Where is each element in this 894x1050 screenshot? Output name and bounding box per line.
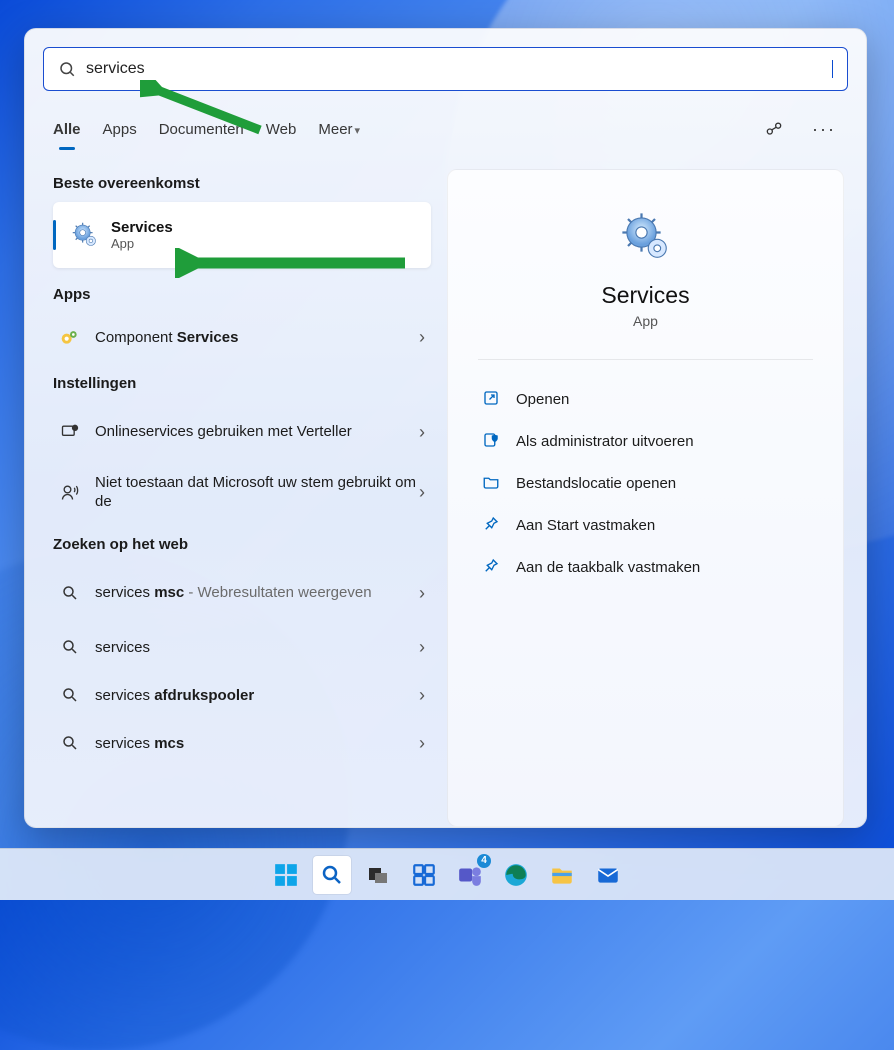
result-web-services[interactable]: services › — [53, 623, 431, 671]
device-icon — [59, 421, 81, 443]
result-label: services afdrukspooler — [95, 687, 419, 704]
best-match-sub: App — [111, 236, 173, 251]
taskbar-taskview[interactable] — [359, 856, 397, 894]
result-web-msc[interactable]: services msc - Webresultaten weergeven › — [53, 563, 431, 623]
tab-meer[interactable]: Meer▾ — [318, 115, 360, 144]
action-location[interactable]: Bestandslocatie openen — [478, 462, 813, 504]
search-input[interactable] — [86, 60, 822, 78]
tab-apps[interactable]: Apps — [103, 115, 137, 144]
result-label: Component Services — [95, 329, 419, 346]
results-column: Beste overeenkomst Services App Apps — [43, 169, 437, 827]
action-admin[interactable]: Als administrator uitvoeren — [478, 420, 813, 462]
taskbar-mail[interactable] — [589, 856, 627, 894]
action-label: Bestandslocatie openen — [516, 475, 676, 492]
chevron-right-icon: › — [419, 327, 425, 348]
teams-badge: 4 — [477, 854, 491, 868]
taskbar-explorer[interactable] — [543, 856, 581, 894]
chevron-right-icon: › — [419, 685, 425, 706]
action-label: Openen — [516, 391, 569, 408]
best-match-item[interactable]: Services App — [53, 202, 431, 268]
chevron-right-icon: › — [419, 422, 425, 443]
search-field[interactable] — [43, 47, 848, 91]
section-web: Zoeken op het web — [53, 536, 431, 553]
detail-title: Services — [478, 282, 813, 309]
search-icon — [58, 60, 76, 78]
tab-meer-label: Meer — [318, 121, 352, 138]
pin-icon — [482, 515, 502, 535]
section-apps: Apps — [53, 286, 431, 303]
result-setting-narrator[interactable]: Onlineservices gebruiken met Verteller › — [53, 402, 431, 462]
search-panel: Alle Apps Documenten Web Meer▾ ··· Beste… — [24, 28, 867, 828]
action-pin-taskbar[interactable]: Aan de taakbalk vastmaken — [478, 546, 813, 588]
taskbar-search[interactable] — [313, 856, 351, 894]
action-label: Aan Start vastmaken — [516, 517, 655, 534]
search-icon — [59, 636, 81, 658]
chevron-down-icon: ▾ — [355, 125, 361, 137]
component-services-icon — [59, 326, 81, 348]
chevron-right-icon: › — [419, 733, 425, 754]
open-icon — [482, 389, 502, 409]
services-app-icon — [619, 210, 673, 264]
result-label: services — [95, 639, 419, 656]
action-pin-start[interactable]: Aan Start vastmaken — [478, 504, 813, 546]
filter-tabs: Alle Apps Documenten Web Meer▾ ··· — [53, 109, 838, 149]
taskbar-start[interactable] — [267, 856, 305, 894]
chevron-right-icon: › — [419, 583, 425, 604]
action-open[interactable]: Openen — [478, 378, 813, 420]
result-web-afdrukspooler[interactable]: services afdrukspooler › — [53, 671, 431, 719]
chevron-right-icon: › — [419, 482, 425, 503]
taskbar-teams[interactable]: 4 — [451, 856, 489, 894]
taskbar-widgets[interactable] — [405, 856, 443, 894]
action-label: Als administrator uitvoeren — [516, 433, 694, 450]
more-icon[interactable]: ··· — [810, 115, 838, 143]
result-label: services mcs — [95, 735, 419, 752]
connect-icon[interactable] — [760, 115, 788, 143]
best-match-title: Services — [111, 219, 173, 236]
result-setting-voice[interactable]: Niet toestaan dat Microsoft uw stem gebr… — [53, 462, 431, 522]
folder-icon — [482, 473, 502, 493]
taskbar-edge[interactable] — [497, 856, 535, 894]
section-settings: Instellingen — [53, 375, 431, 392]
result-label: Onlineservices gebruiken met Verteller — [95, 422, 419, 442]
shield-icon — [482, 431, 502, 451]
voice-icon — [59, 481, 81, 503]
search-icon — [59, 732, 81, 754]
result-label: services msc - Webresultaten weergeven — [95, 583, 419, 603]
taskbar: 4 — [0, 848, 894, 900]
result-component-services[interactable]: Component Services › — [53, 313, 431, 361]
pin-icon — [482, 557, 502, 577]
search-icon — [59, 684, 81, 706]
search-icon — [59, 582, 81, 604]
action-label: Aan de taakbalk vastmaken — [516, 559, 700, 576]
result-label: Niet toestaan dat Microsoft uw stem gebr… — [95, 473, 419, 512]
caret — [832, 60, 833, 78]
detail-pane: Services App Openen Als administrator ui… — [447, 169, 844, 827]
section-best-match: Beste overeenkomst — [53, 175, 431, 192]
chevron-right-icon: › — [419, 637, 425, 658]
services-app-icon — [71, 221, 99, 249]
tab-alle[interactable]: Alle — [53, 115, 81, 144]
tab-documenten[interactable]: Documenten — [159, 115, 244, 144]
tab-web[interactable]: Web — [266, 115, 297, 144]
detail-sub: App — [478, 313, 813, 329]
result-web-mcs[interactable]: services mcs › — [53, 719, 431, 767]
